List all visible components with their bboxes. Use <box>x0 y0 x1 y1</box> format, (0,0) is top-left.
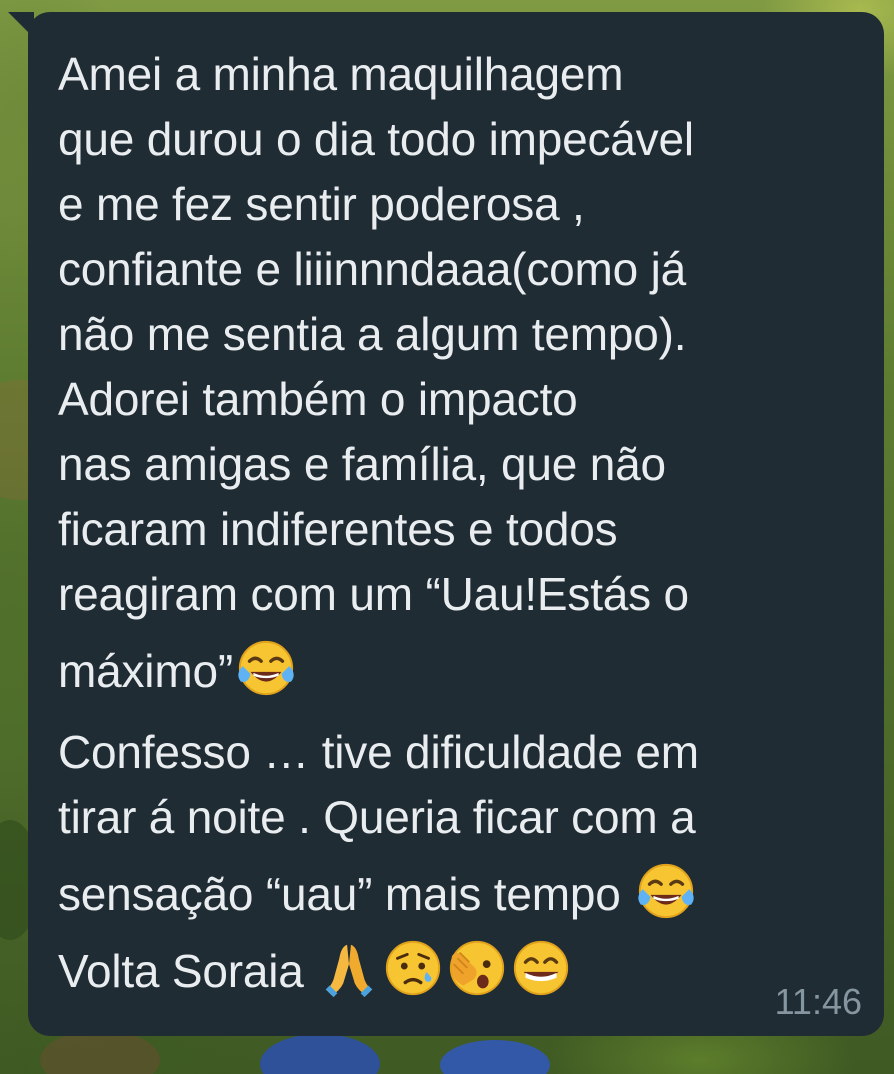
message-line: reagiram com um “Uau!Estás o <box>58 568 689 620</box>
message-timestamp: 11:46 <box>774 981 862 1022</box>
tears-of-joy-emoji <box>635 860 697 922</box>
message-line: não me sentia a algum tempo). <box>58 308 687 360</box>
message-line: confiante e liiinnndaaa(como já <box>58 243 686 295</box>
message-line: e me fez sentir poderosa , <box>58 178 585 230</box>
message-line: ficaram indiferentes e todos <box>58 503 618 555</box>
folded-hands-emoji <box>318 937 380 999</box>
message-line: sensação “uau” mais tempo <box>58 860 844 927</box>
face-with-hand-over-eye-emoji <box>446 937 508 999</box>
message-line: máximo” <box>58 637 844 704</box>
message-line: Volta Soraia <box>58 937 844 1004</box>
sad-sweat-emoji <box>382 937 444 999</box>
message-line-text: Volta Soraia <box>58 945 317 997</box>
message-line: nas amigas e família, que não <box>58 438 666 490</box>
message-line-text: máximo” <box>58 645 233 697</box>
message-bubble[interactable]: Amei a minha maquilhagem que durou o dia… <box>28 12 884 1036</box>
grinning-emoji <box>510 937 572 999</box>
message-text: Amei a minha maquilhagem que durou o dia… <box>58 42 844 1004</box>
message-line: Confesso … tive dificuldade em <box>58 726 699 778</box>
message-line: Amei a minha maquilhagem <box>58 48 624 100</box>
message-line: Adorei também o impacto <box>58 373 578 425</box>
message-line-text: sensação “uau” mais tempo <box>58 868 634 920</box>
tears-of-joy-emoji <box>235 637 297 699</box>
message-line: tirar á noite . Queria ficar com a <box>58 791 696 843</box>
message-line: que durou o dia todo impecável <box>58 113 694 165</box>
